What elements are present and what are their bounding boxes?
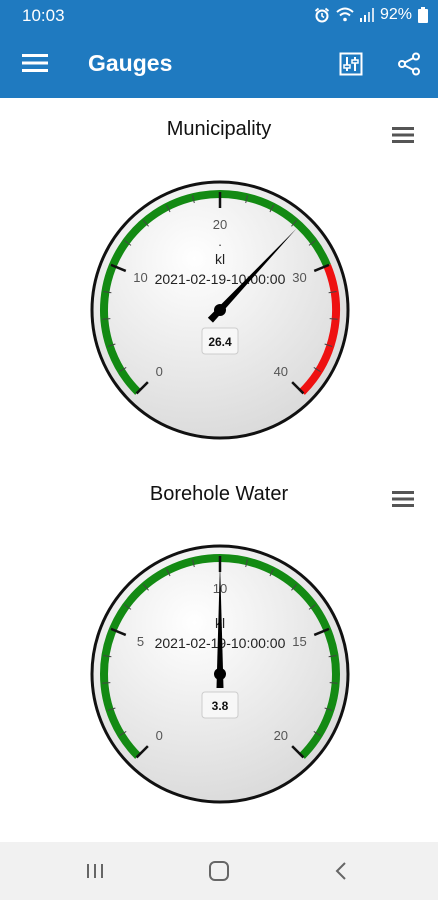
gauge-timestamp: 2021-02-19-10:00:00 [155, 271, 286, 287]
battery-icon [418, 7, 428, 23]
system-nav-bar [0, 842, 438, 900]
gauge-tick-label: 10 [133, 270, 147, 285]
gauge-needle-hub [214, 304, 226, 316]
alarm-icon [314, 7, 330, 23]
status-bar: 10:03 92% [0, 0, 438, 30]
gauge-tick-label: 40 [274, 364, 288, 379]
gauge-tick-label: 0 [156, 728, 163, 743]
gauge-unit-dot: . [218, 234, 222, 249]
gauge-tick-label: 5 [137, 634, 144, 649]
nav-recents-icon[interactable] [80, 856, 110, 886]
wifi-icon [336, 7, 354, 22]
nav-home-icon[interactable] [204, 856, 234, 886]
gauge-borehole: 05101520.kl2021-02-19-10:00:003.8 [90, 544, 350, 804]
gauge-title-borehole: Borehole Water [149, 483, 289, 505]
gauge-tick-label: 0 [156, 364, 163, 379]
status-icons: 92% [314, 6, 428, 24]
gauge-tick-label: 30 [292, 270, 306, 285]
gauge-title-municipality: Municipality [166, 118, 272, 140]
signal-icon [359, 8, 374, 22]
battery-percent: 92% [379, 6, 412, 23]
gauge-minor-tick [102, 318, 111, 320]
share-icon[interactable] [397, 52, 421, 76]
gauge-minor-tick [329, 682, 338, 684]
gauge-needle-hub [214, 668, 226, 680]
app-bar: Gauges [0, 30, 438, 98]
gauge-value-label: 26.4 [208, 335, 232, 349]
context-menu-icon[interactable] [392, 490, 414, 508]
tune-icon[interactable] [339, 52, 363, 76]
nav-back-icon[interactable] [326, 856, 356, 886]
hamburger-menu-icon[interactable] [22, 52, 48, 74]
gauge-tick-label: 20 [213, 217, 227, 232]
page-title: Gauges [88, 50, 173, 76]
gauge-municipality: 0 10 20 30 40. kl 2021-02-19-10:00:00 26.4 [90, 180, 350, 440]
gauge-minor-tick [102, 682, 111, 684]
gauge-unit-label: kl [215, 251, 225, 267]
context-menu-icon[interactable] [392, 126, 414, 144]
gauge-tick-label: 20 [274, 728, 288, 743]
status-time: 10:03 [22, 6, 65, 25]
gauge-tick-label: 15 [292, 634, 306, 649]
gauge-value-label: 3.8 [212, 699, 229, 713]
gauge-minor-tick [329, 318, 338, 320]
